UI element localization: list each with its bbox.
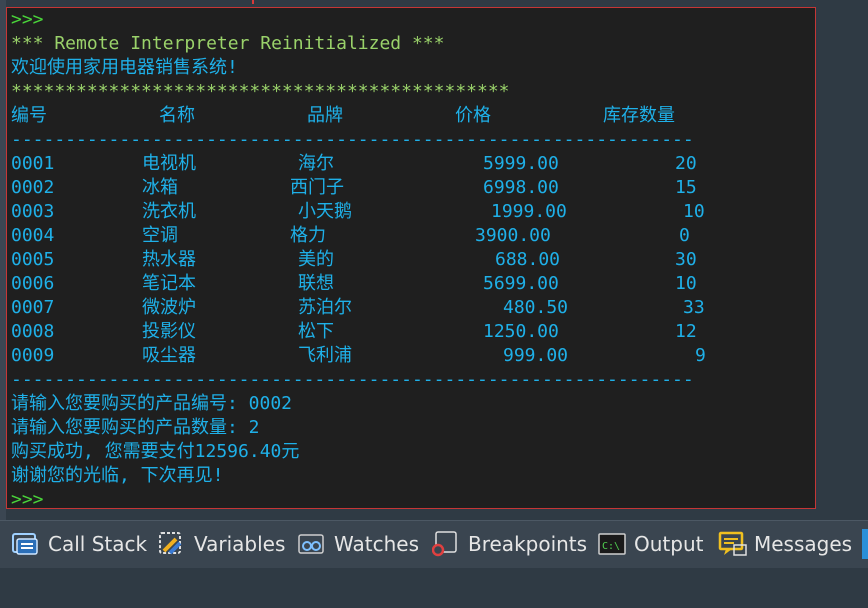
table-row: 0008 投影仪 松下 1250.00 12 [11,320,697,344]
row-name: 微波炉 [142,297,196,318]
table-row: 0006 笔记本 联想 5699.00 10 [11,272,697,296]
row-stock: 12 [675,321,697,342]
row-name: 吸尘器 [142,345,196,366]
messages-icon [718,531,747,557]
console-output: >>> *** Remote Interpreter Reinitialized… [11,8,706,508]
row-brand: 格力 [290,225,326,246]
row-price: 480.50 [503,297,569,318]
row-price: 688.00 [495,249,561,270]
row-price: 5999.00 [483,153,559,174]
row-price: 3900.00 [475,225,551,246]
row-id: 0007 [11,297,55,318]
watches-icon [298,531,326,557]
row-stock: 15 [675,177,697,198]
ide-window: >>> *** Remote Interpreter Reinitialized… [0,0,868,608]
breakpoints-icon [431,531,460,557]
tab-messages[interactable]: Messages [718,529,852,559]
status-strip [0,568,868,608]
row-stock: 10 [675,273,697,294]
row-id: 0009 [11,345,55,366]
reinit-message: *** Remote Interpreter Reinitialized *** [11,33,445,54]
tab-watches[interactable]: Watches [298,529,419,559]
tab-call-stack[interactable]: Call Stack [12,529,147,559]
row-id: 0001 [11,153,55,174]
row-name: 冰箱 [142,177,178,198]
row-price: 999.00 [503,345,569,366]
dash-separator-bottom: ----------------------------------------… [11,369,694,390]
tab-call-stack-label: Call Stack [48,532,148,556]
tab-variables-label: Variables [194,532,286,556]
row-id: 0008 [11,321,55,342]
output-icon: C:\ [598,531,626,557]
row-stock: 30 [675,249,697,270]
welcome-message: 欢迎使用家用电器销售系统! [11,57,238,78]
header-brand: 品牌 [307,105,343,126]
row-stock: 33 [683,297,705,318]
header-id: 编号 [11,105,47,126]
header-price: 价格 [455,105,491,126]
row-stock: 9 [695,345,706,366]
star-separator: ****************************************… [11,81,510,102]
table-row: 0009 吸尘器 飞利浦 999.00 9 [11,344,706,368]
row-price: 1250.00 [483,321,559,342]
thanks-line: 谢谢您的光临, 下次再见! [11,465,224,486]
top-marker [252,0,254,4]
row-stock: 0 [679,225,690,246]
python-interpreter-console[interactable]: >>> *** Remote Interpreter Reinitialized… [6,7,816,509]
row-price: 5699.00 [483,273,559,294]
row-brand: 飞利浦 [298,345,352,366]
row-id: 0006 [11,273,55,294]
header-stock: 库存数量 [603,105,675,126]
row-price: 1999.00 [491,201,567,222]
row-brand: 苏泊尔 [298,297,352,318]
input-product-id-line: 请输入您要购买的产品编号: 0002 [11,393,293,414]
prompt-line-bottom[interactable]: >>> [11,488,694,508]
row-id: 0003 [11,201,55,222]
row-id: 0005 [11,249,55,270]
table-row: 0005 热水器 美的 688.00 30 [11,248,697,272]
row-brand: 美的 [298,249,334,270]
tab-output[interactable]: C:\ Output [598,529,703,559]
prompt-line-top: >>> [11,9,44,30]
table-row: 0001 电视机 海尔 5999.00 20 [11,152,697,176]
row-name: 洗衣机 [142,201,196,222]
tab-breakpoints-label: Breakpoints [468,532,588,556]
debug-tab-bar: Call Stack Variables Watches Breakpoints… [0,520,868,569]
row-stock: 10 [683,201,705,222]
row-name: 电视机 [142,153,196,174]
row-name: 投影仪 [142,321,196,342]
table-row: 0004 空调 格力 3900.00 0 [11,224,694,248]
row-brand: 联想 [298,273,334,294]
tab-messages-label: Messages [754,532,853,556]
purchase-result-line: 购买成功, 您需要支付12596.40元 [11,441,300,462]
row-name: 热水器 [142,249,196,270]
call-stack-icon [12,531,40,557]
tab-breakpoints[interactable]: Breakpoints [431,529,588,559]
row-id: 0002 [11,177,55,198]
table-header: 编号 名称 品牌 价格 库存数量 [11,104,694,128]
row-name: 空调 [142,225,178,246]
row-brand: 小天鹅 [298,201,352,222]
table-row: 0003 洗衣机 小天鹅 1999.00 10 [11,200,705,224]
row-brand: 松下 [298,321,334,342]
svg-text:C:\: C:\ [602,541,620,552]
row-price: 6998.00 [483,177,559,198]
dash-separator-top: ----------------------------------------… [11,129,694,150]
row-name: 笔记本 [142,273,196,294]
table-row: 0002 冰箱 西门子 6998.00 15 [11,176,697,200]
tab-variables[interactable]: Variables [158,529,285,559]
tab-output-label: Output [634,532,704,556]
variables-icon [158,531,186,557]
row-stock: 20 [675,153,697,174]
tab-overflow-indicator[interactable] [862,529,868,559]
header-name: 名称 [159,105,195,126]
row-id: 0004 [11,225,55,246]
tab-watches-label: Watches [334,532,419,556]
row-brand: 海尔 [298,153,334,174]
table-row: 0007 微波炉 苏泊尔 480.50 33 [11,296,705,320]
input-quantity-line: 请输入您要购买的产品数量: 2 [11,417,260,438]
row-brand: 西门子 [290,177,344,198]
